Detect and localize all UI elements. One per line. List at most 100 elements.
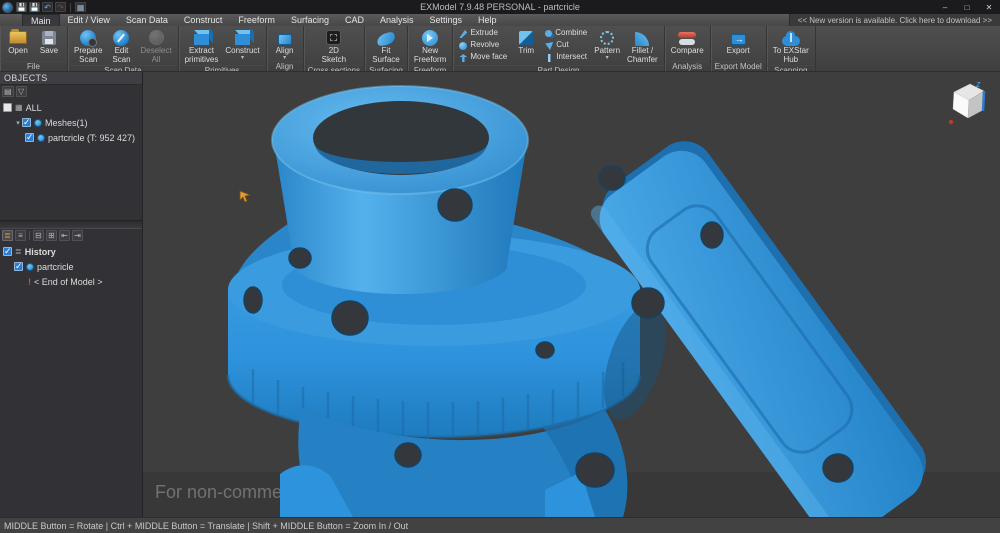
history-icon: ≣: [15, 247, 22, 256]
ribbon-button-revolve[interactable]: Revolve: [459, 40, 507, 51]
ribbon-group-surfacing: Fit SurfaceSurfacing: [365, 26, 408, 71]
expander-icon[interactable]: ▾: [14, 119, 22, 127]
update-notice-link[interactable]: << New version is available. Click here …: [789, 14, 1000, 26]
menu-construct[interactable]: Construct: [176, 14, 231, 26]
ribbon-button-combine[interactable]: Combine: [545, 28, 587, 39]
new-freeform-icon: [422, 30, 438, 46]
sort-list-icon[interactable]: ▤: [2, 86, 14, 97]
ribbon-button-extrude[interactable]: Extrude: [459, 28, 507, 39]
menu-main[interactable]: Main: [22, 14, 60, 26]
end-of-model-icon: !: [28, 277, 31, 287]
ribbon-group-label: File: [0, 61, 67, 71]
ribbon-button-trim[interactable]: Trim: [511, 27, 541, 65]
ribbon-button-prepare-scan[interactable]: Prepare Scan: [71, 27, 105, 65]
axis-origin-dot: [949, 120, 953, 124]
ribbon-stack: ExtrudeRevolveMove face: [456, 27, 510, 65]
objects-tree: ▦ALL▾Meshes(1)partcricle (T: 952 427): [0, 98, 142, 220]
axis-z-label: z: [975, 79, 981, 89]
go-first-icon[interactable]: ⇤: [59, 230, 70, 241]
checkbox-unchecked[interactable]: [3, 103, 12, 112]
checkbox-checked[interactable]: [14, 262, 23, 271]
menu-analysis[interactable]: Analysis: [372, 14, 422, 26]
minimize-icon[interactable]: –: [934, 0, 956, 14]
go-last-icon[interactable]: ⇥: [72, 230, 83, 241]
extrude-icon: [459, 30, 467, 38]
ribbon-button-fit-surface[interactable]: Fit Surface: [369, 27, 403, 65]
menu-help[interactable]: Help: [470, 14, 505, 26]
tree-item-partcricle-t-952-427[interactable]: partcricle (T: 952 427): [0, 130, 142, 145]
checkbox-checked[interactable]: [25, 133, 34, 142]
window-title: EXModel 7.9.48 PERSONAL - partcricle: [200, 2, 800, 12]
mesh-icon: [34, 119, 42, 127]
menu-scan-data[interactable]: Scan Data: [118, 14, 176, 26]
menu-cad[interactable]: CAD: [337, 14, 372, 26]
save-floppy-icon: [42, 31, 56, 45]
expand-all-icon[interactable]: ⊞: [46, 230, 57, 241]
collapse-all-icon[interactable]: ⊟: [33, 230, 44, 241]
close-icon[interactable]: ✕: [978, 0, 1000, 14]
menu-freeform[interactable]: Freeform: [230, 14, 283, 26]
view-orientation-cube[interactable]: z: [946, 78, 994, 130]
ribbon-toolbar: OpenSaveFilePrepare ScanEdit ScanDeselec…: [0, 26, 1000, 72]
ribbon-group-cross-sections: 2D SketchCross sections: [304, 26, 365, 71]
tree-item-partcricle[interactable]: partcricle: [0, 259, 142, 274]
tree-item-end-of-model[interactable]: !< End of Model >: [0, 274, 142, 289]
ribbon-button-open[interactable]: Open: [3, 27, 33, 61]
ribbon-button-cut[interactable]: Cut: [545, 40, 587, 51]
ribbon-button-intersect[interactable]: Intersect: [545, 52, 587, 63]
ribbon-button-new-freeform[interactable]: New Freeform: [411, 27, 449, 65]
ribbon-group-align: Align▾Align: [267, 26, 304, 71]
cut-icon: [545, 42, 553, 50]
ribbon-button-edit-scan[interactable]: Edit Scan: [106, 27, 136, 65]
construct-icon: [235, 34, 250, 45]
deselect-all-icon: [149, 30, 164, 45]
panel-splitter[interactable]: [0, 220, 142, 229]
ribbon-group-primitives: Extract primitivesConstruct▾Primitives: [179, 26, 267, 71]
ribbon-button-construct[interactable]: Construct▾: [222, 27, 262, 65]
ribbon-button-compare[interactable]: Compare: [668, 27, 707, 61]
ribbon-button-move-face[interactable]: Move face: [459, 52, 507, 63]
save-icon[interactable]: 💾: [16, 2, 27, 12]
model-partcricle[interactable]: [143, 72, 1000, 517]
customize-toolbar-icon[interactable]: ▦: [75, 2, 86, 12]
ribbon-button-export[interactable]: Export: [723, 27, 753, 61]
status-hint: MIDDLE Button = Rotate | Ctrl + MIDDLE B…: [4, 521, 408, 531]
ribbon-button-deselect-all: Deselect All: [137, 27, 174, 65]
save-as-icon[interactable]: 💾: [29, 2, 40, 12]
menu-settings[interactable]: Settings: [422, 14, 471, 26]
tree-view-icon[interactable]: ≡: [15, 230, 26, 241]
checkbox-checked[interactable]: [3, 247, 12, 256]
ribbon-button-extract-primitives[interactable]: Extract primitives: [182, 27, 222, 65]
tree-item-history[interactable]: ≣History: [0, 244, 142, 259]
undo-icon[interactable]: ↶: [42, 2, 53, 12]
ribbon-button-fillet-chamfer[interactable]: Fillet / Chamfer: [624, 27, 661, 65]
list-view-icon[interactable]: ≣: [2, 230, 13, 241]
ribbon-group-analysis: CompareAnalysis: [665, 26, 711, 71]
toolbar-separator: [29, 231, 30, 240]
ribbon-button-align[interactable]: Align▾: [270, 27, 300, 61]
ribbon-group-scan-data: Prepare ScanEdit ScanDeselect AllScan Da…: [68, 26, 179, 71]
checkbox-checked[interactable]: [22, 118, 31, 127]
ribbon-button-save[interactable]: Save: [34, 27, 64, 61]
filter-icon[interactable]: ▽: [16, 86, 27, 97]
3d-viewport[interactable]: For non-commercial use only: [143, 72, 1000, 517]
menu-surfacing[interactable]: Surfacing: [283, 14, 337, 26]
tree-item-meshes-1[interactable]: ▾Meshes(1): [0, 115, 142, 130]
ribbon-group-label: Scanning: [767, 65, 815, 72]
tree-item-all[interactable]: ▦ALL: [0, 100, 142, 115]
ribbon-group-export-model: ExportExport Model: [711, 26, 767, 71]
exmodel-window: 💾💾↶↷▦ EXModel 7.9.48 PERSONAL - partcric…: [0, 0, 1000, 533]
ribbon-group-label: Align: [267, 61, 303, 71]
redo-icon: ↷: [55, 2, 66, 12]
statusbar: MIDDLE Button = Rotate | Ctrl + MIDDLE B…: [0, 517, 1000, 533]
maximize-icon[interactable]: □: [956, 0, 978, 14]
ribbon-group-scanning: To EXStar HubScanning: [767, 26, 816, 71]
menu-edit-view[interactable]: Edit / View: [60, 14, 118, 26]
ribbon-group-label: Cross sections: [304, 65, 364, 72]
ribbon-group-label: Analysis: [665, 61, 710, 71]
ribbon-button-to-exstar-hub[interactable]: To EXStar Hub: [770, 27, 812, 65]
ribbon-button-2d-sketch[interactable]: 2D Sketch: [319, 27, 349, 65]
ribbon-button-pattern[interactable]: Pattern▾: [591, 27, 623, 65]
align-icon: [278, 34, 292, 45]
intersect-icon: [545, 54, 553, 62]
